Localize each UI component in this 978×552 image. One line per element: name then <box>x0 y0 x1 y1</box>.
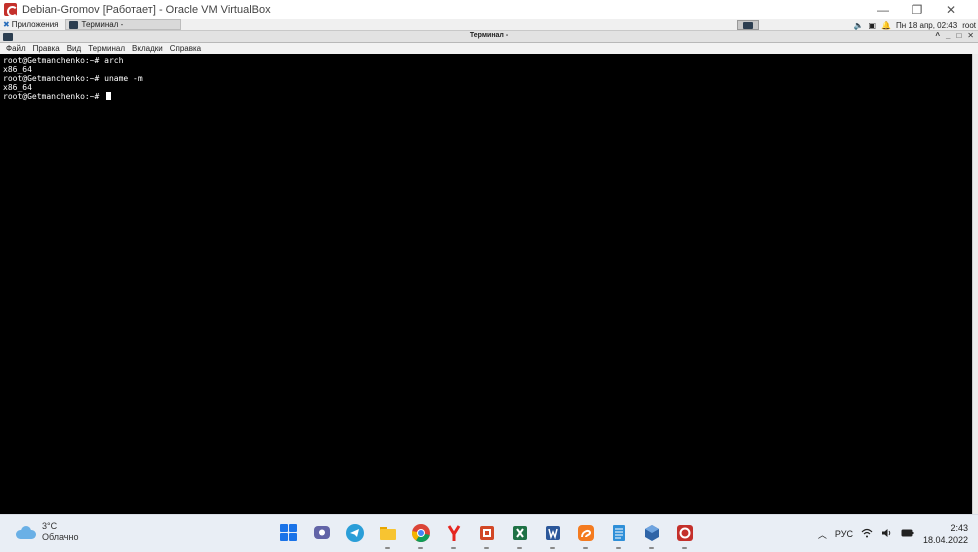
clock[interactable]: 2:43 18.04.2022 <box>923 522 968 546</box>
windows-logo-icon <box>280 524 297 541</box>
workspace-terminal-icon <box>743 21 753 29</box>
debian-vm-icon[interactable] <box>673 521 696 549</box>
host-window-title: Debian-Gromov [Работает] - Oracle VM Vir… <box>22 3 271 16</box>
speaker-icon[interactable] <box>881 528 893 540</box>
battery-icon[interactable] <box>901 528 915 540</box>
terminal-shade-button[interactable]: ^ <box>935 31 940 40</box>
terminal-line: x86_64 <box>3 83 32 92</box>
windows-taskbar: 3°C Облачно ︿ РУС 2:43 18.04.2022 <box>0 514 978 552</box>
guest-top-panel: ✖ Приложения Терминал - 🔈 ▣ 🔔 Пн 18 апр,… <box>0 19 978 31</box>
screen: Debian-Gromov [Работает] - Oracle VM Vir… <box>0 0 978 552</box>
clock-date: 18.04.2022 <box>922 535 968 545</box>
terminal-output[interactable]: root@Getmanchenko:~# arch x86_64 root@Ge… <box>0 54 972 514</box>
virtualbox-icon[interactable] <box>640 521 663 549</box>
restore-button[interactable]: ❐ <box>900 0 934 19</box>
terminal-menubar: Файл Правка Вид Терминал Вкладки Справка <box>0 43 978 54</box>
chevron-up-icon[interactable]: ︿ <box>818 528 827 541</box>
terminal-scrollbar[interactable] <box>972 54 978 514</box>
host-titlebar: Debian-Gromov [Работает] - Oracle VM Vir… <box>0 0 978 19</box>
weather-widget[interactable]: 3°C Облачно <box>16 521 78 543</box>
input-language[interactable]: РУС <box>835 529 853 539</box>
terminal-prompt: root@Getmanchenko:~# <box>3 92 105 101</box>
terminal-close-button[interactable]: ✕ <box>967 31 974 40</box>
cloud-icon <box>16 526 36 539</box>
menu-help[interactable]: Справка <box>170 44 201 53</box>
terminal-line: x86_64 <box>3 65 32 74</box>
telegram-icon[interactable] <box>343 521 366 544</box>
clipboard-icon[interactable]: ▣ <box>868 21 876 30</box>
xfce-mouse-icon: ✖ <box>3 20 10 29</box>
clock-time: 2:43 <box>950 523 968 533</box>
terminal-maximize-button[interactable]: □ <box>956 31 961 40</box>
virtualbox-app-icon <box>4 3 18 17</box>
menu-view[interactable]: Вид <box>67 44 81 53</box>
guest-datetime[interactable]: Пн 18 апр, 02:43 <box>896 21 957 30</box>
teams-chat-icon[interactable] <box>310 521 333 544</box>
terminal-cursor <box>106 92 112 100</box>
notepad-icon[interactable] <box>607 521 630 549</box>
word-icon[interactable] <box>541 521 564 549</box>
yandex-browser-icon[interactable] <box>442 521 465 549</box>
volume-icon[interactable]: 🔈 <box>853 21 863 30</box>
squirrel-app-icon[interactable] <box>574 521 597 549</box>
chrome-icon[interactable] <box>409 521 432 549</box>
menu-terminal[interactable]: Терминал <box>88 44 125 53</box>
menu-tabs[interactable]: Вкладки <box>132 44 163 53</box>
guest-user[interactable]: root <box>962 21 976 30</box>
applications-menu-label: Приложения <box>11 20 59 29</box>
close-button[interactable]: ✕ <box>934 0 968 19</box>
guest-panel-tray: 🔈 ▣ 🔔 Пн 18 апр, 02:43 root <box>853 19 978 31</box>
menu-file[interactable]: Файл <box>6 44 26 53</box>
terminal-window-title: Терминал - <box>469 32 509 39</box>
wifi-icon[interactable] <box>861 528 873 540</box>
window-controls: — ❐ ✕ <box>866 0 968 19</box>
taskbar-terminal-button[interactable]: Терминал - <box>64 19 181 30</box>
minimize-button[interactable]: — <box>866 0 900 19</box>
taskbar-app-icons <box>277 521 696 549</box>
system-tray: ︿ РУС 2:43 18.04.2022 <box>818 515 968 552</box>
terminal-prompt-line: root@Getmanchenko:~# <box>3 92 972 101</box>
terminal-minimize-button[interactable]: _ <box>946 31 950 40</box>
weather-condition: Облачно <box>42 532 79 542</box>
start-button[interactable] <box>277 521 300 544</box>
taskbar-terminal-label: Терминал - <box>81 20 124 29</box>
terminal-window-controls: ^ _ □ ✕ <box>935 31 974 40</box>
excel-icon[interactable] <box>508 521 531 549</box>
menu-edit[interactable]: Правка <box>33 44 60 53</box>
terminal-titlebar: Терминал - ^ _ □ ✕ <box>0 31 978 43</box>
notification-bell-icon[interactable]: 🔔 <box>881 21 891 30</box>
terminal-line: root@Getmanchenko:~# uname -m <box>3 74 143 83</box>
terminal-icon <box>68 20 78 29</box>
terminal-line: root@Getmanchenko:~# arch <box>3 56 124 65</box>
weather-temp: 3°C <box>42 521 58 531</box>
workspace-switcher[interactable] <box>737 20 759 30</box>
powerpoint-icon[interactable] <box>475 521 498 549</box>
file-explorer-icon[interactable] <box>376 521 399 549</box>
applications-menu-button[interactable]: ✖ Приложения <box>0 19 59 31</box>
